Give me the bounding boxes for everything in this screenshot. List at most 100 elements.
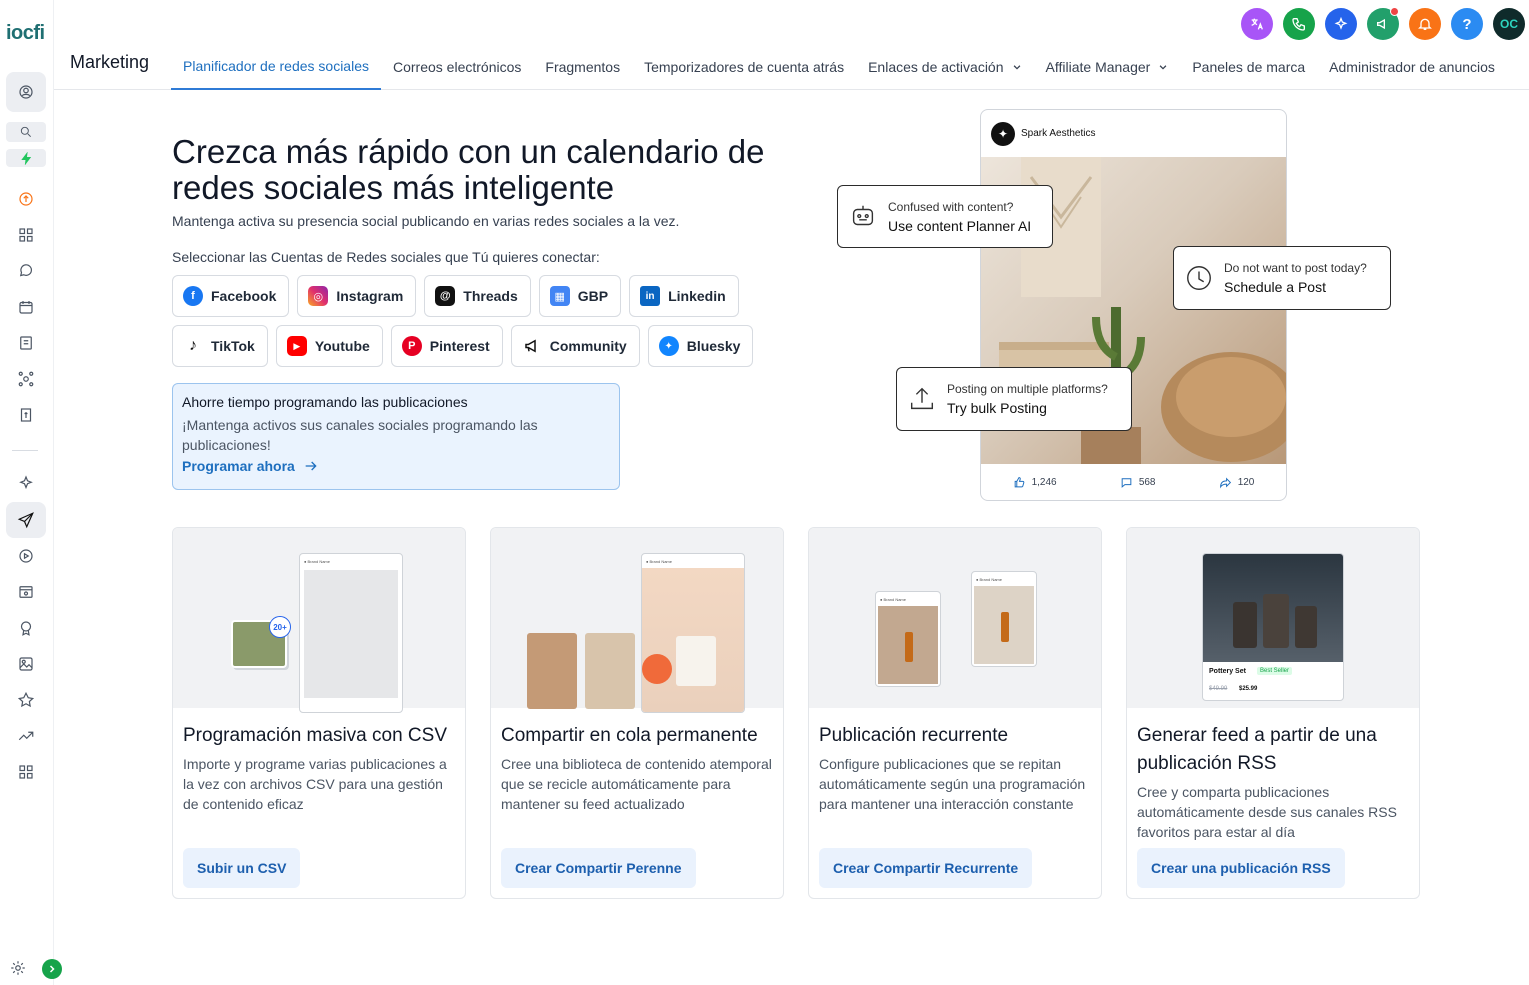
illustration-phone: ● Brand Name [971, 571, 1037, 667]
facebook-icon: f [183, 286, 203, 306]
notifications-button[interactable] [1409, 8, 1441, 40]
tab-affiliate-manager[interactable]: Affiliate Manager [1034, 44, 1181, 90]
sparkles-icon [19, 475, 33, 490]
chip-label: Facebook [211, 288, 277, 304]
sidebar-item-launchpad[interactable] [6, 188, 46, 210]
image-icon [19, 657, 33, 671]
connect-threads-button[interactable]: @ Threads [424, 275, 531, 317]
callout-answer: Use content Planner AI [888, 217, 1032, 234]
tab-countdown-timers[interactable]: Temporizadores de cuenta atrás [632, 44, 856, 90]
chip-label: TikTok [211, 338, 255, 354]
tab-snippets[interactable]: Fragmentos [533, 44, 632, 90]
card-description: Importe y programe varias publicaciones … [183, 756, 447, 812]
feature-card-recurring: ● Brand Name ● Brand Name Publicación re… [808, 527, 1102, 899]
tab-label: Fragmentos [545, 59, 621, 75]
card-description: Cree y comparta publicaciones automática… [1137, 784, 1397, 840]
sidebar-item-ai-agents[interactable] [6, 472, 46, 494]
platforms-row-2: ♪ TikTok ▶ Youtube P Pinterest Community ✦ B… [172, 325, 772, 367]
chip-label: Instagram [336, 288, 404, 304]
chevron-right-icon [49, 965, 55, 973]
announcements-button[interactable] [1367, 7, 1399, 40]
quick-actions-button[interactable] [6, 149, 46, 167]
user-circle-icon [19, 85, 33, 99]
connect-facebook-button[interactable]: f Facebook [172, 275, 290, 317]
sidebar-item-sites[interactable] [6, 581, 46, 603]
sidebar-item-memberships[interactable] [6, 617, 46, 639]
product-name: Pottery Set [1209, 668, 1246, 675]
connect-bluesky-button[interactable]: ✦ Bluesky [647, 325, 754, 367]
star-icon [17, 691, 35, 708]
sidebar-item-contacts[interactable] [6, 332, 46, 354]
connect-linkedin-button[interactable]: in Linkedin [629, 275, 739, 317]
card-title: Publicación recurrente [819, 725, 1009, 746]
tab-social-planner[interactable]: Planificador de redes sociales [171, 44, 381, 90]
connect-community-button[interactable]: Community [510, 325, 640, 367]
sidebar-item-media[interactable] [6, 653, 46, 675]
sidebar-item-marketing[interactable] [6, 502, 46, 538]
connect-gbp-button[interactable]: ▦ GBP [538, 275, 622, 317]
connect-pinterest-button[interactable]: P Pinterest [390, 325, 503, 367]
sidebar: iocfi [0, 0, 62, 985]
upload-csv-button[interactable]: Subir un CSV [183, 848, 301, 888]
illustration-product-card: Pottery Set Best Seller $49.99 $25.99 [1202, 553, 1344, 701]
connect-accounts-label: Seleccionar las Cuentas de Redes sociale… [172, 249, 600, 265]
lightning-icon [20, 151, 31, 165]
connect-tiktok-button[interactable]: ♪ TikTok [172, 325, 268, 367]
connect-youtube-button[interactable]: ▶ Youtube [275, 325, 383, 367]
account-switcher-button[interactable] [6, 72, 46, 112]
phone-button[interactable] [1283, 8, 1315, 40]
shares-count: 120 [1237, 476, 1255, 488]
search-button[interactable] [6, 122, 46, 142]
likes-count: 1,246 [1031, 476, 1057, 488]
price: $25.99 [1239, 686, 1258, 692]
sidebar-item-dashboard[interactable] [6, 224, 46, 246]
top-actions: ? OC [1241, 7, 1525, 40]
create-recurring-button[interactable]: Crear Compartir Recurrente [819, 848, 1033, 888]
tab-ad-manager[interactable]: Administrador de anuncios [1317, 44, 1507, 90]
award-icon [20, 621, 32, 636]
sidebar-item-opportunities[interactable] [6, 368, 46, 390]
sidebar-item-payments[interactable] [6, 404, 46, 426]
upload-icon [910, 387, 934, 410]
help-button[interactable]: ? [1451, 8, 1483, 40]
threads-icon: @ [435, 286, 456, 306]
sidebar-item-automation[interactable] [6, 545, 46, 567]
tab-brand-boards[interactable]: Paneles de marca [1180, 44, 1317, 90]
comment-icon [1121, 477, 1132, 488]
tab-emails[interactable]: Correos electrónicos [381, 44, 533, 90]
megaphone-icon [1377, 18, 1385, 30]
tab-label: Enlaces de activación [868, 59, 1004, 75]
sidebar-item-app-marketplace[interactable] [6, 761, 46, 783]
expand-sidebar-button[interactable] [42, 959, 62, 979]
bell-icon [1418, 18, 1432, 30]
instagram-icon: ◎ [308, 286, 329, 306]
sidebar-item-conversations[interactable] [6, 260, 46, 282]
schedule-now-link[interactable]: Programar ahora [182, 458, 610, 474]
callout-question: Do not want to post today? [1224, 261, 1367, 275]
sidebar-item-calendar[interactable] [6, 296, 46, 318]
bluesky-icon: ✦ [658, 336, 679, 356]
card-description: Cree una biblioteca de contenido atempor… [501, 756, 772, 812]
sidebar-item-reputation[interactable] [6, 689, 46, 711]
invoice-icon [20, 408, 32, 422]
linkedin-icon: in [640, 286, 661, 306]
tab-trigger-links[interactable]: Enlaces de activación [856, 44, 1033, 90]
post-header: ✦ Spark Aesthetics [981, 110, 1286, 157]
sidebar-item-reporting[interactable] [6, 725, 46, 747]
sidebar-item-settings[interactable] [6, 957, 30, 979]
connect-instagram-button[interactable]: ◎ Instagram [297, 275, 417, 317]
tab-label: Temporizadores de cuenta atrás [644, 59, 845, 75]
create-evergreen-button[interactable]: Crear Compartir Perenne [501, 848, 696, 888]
search-icon [20, 126, 31, 137]
translate-button[interactable] [1241, 8, 1273, 40]
tiktok-icon: ♪ [183, 336, 203, 356]
content-planner-ai-callout: Confused with content? Use content Planne… [837, 185, 1053, 248]
profile-avatar[interactable]: OC [1493, 8, 1525, 40]
account-name: Spark Aesthetics [1021, 128, 1096, 139]
account-avatar: ✦ [991, 121, 1015, 146]
gear-icon [11, 961, 25, 975]
create-rss-post-button[interactable]: Crear una publicación RSS [1137, 848, 1345, 888]
contacts-book-icon [20, 336, 32, 350]
post-stats: 1,246 568 120 [981, 464, 1286, 500]
ai-assistant-button[interactable] [1325, 8, 1357, 40]
